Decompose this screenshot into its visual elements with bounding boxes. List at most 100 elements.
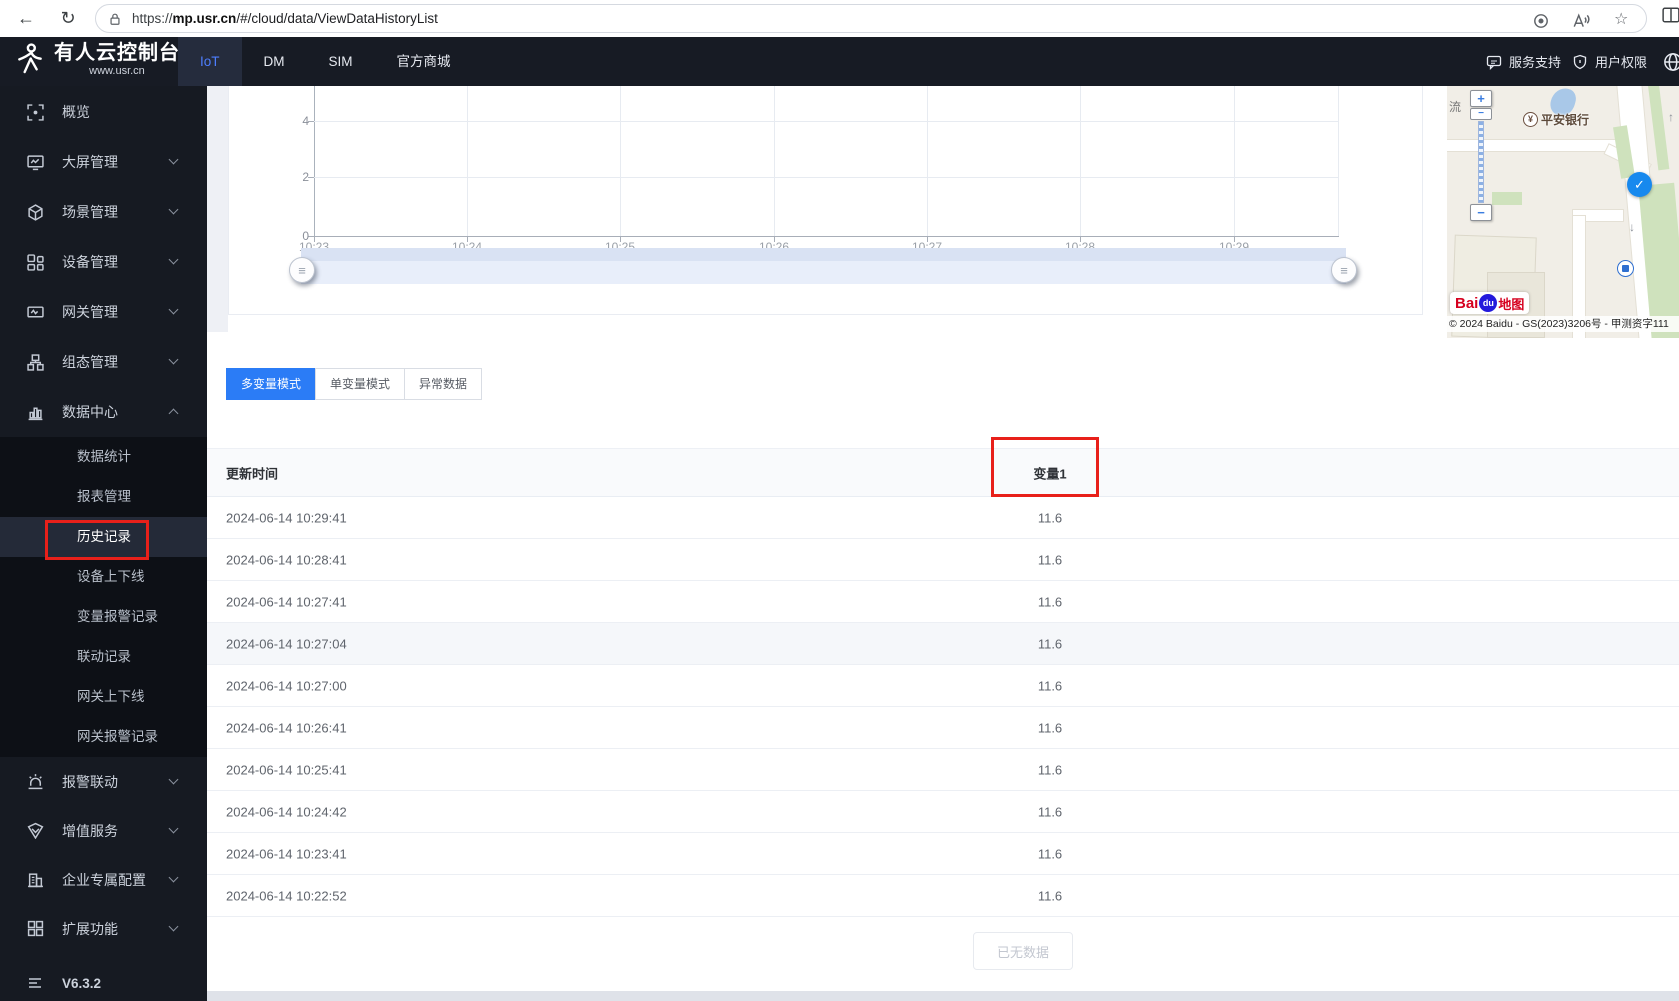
- cell-time: 2024-06-14 10:27:00: [226, 678, 347, 693]
- road-arrow-up: ↑: [1668, 110, 1674, 124]
- cell-value: 11.6: [1037, 552, 1063, 567]
- sidebar-item-label: 概览: [62, 104, 90, 120]
- sidebar-subitem-device-online-offline[interactable]: 设备上下线: [0, 557, 207, 597]
- horizontal-scrollbar-track[interactable]: [207, 991, 1679, 1001]
- browser-url-bar[interactable]: https://mp.usr.cn/#/cloud/data/ViewDataH…: [95, 4, 1647, 33]
- gridline: [774, 86, 775, 236]
- nav-tab-mall[interactable]: 官方商城: [375, 37, 473, 86]
- datazoom-right-handle[interactable]: [1331, 257, 1357, 283]
- cell-time: 2024-06-14 10:26:41: [226, 720, 347, 735]
- globe-icon[interactable]: [1663, 52, 1679, 72]
- sidebar-item-label: 组态管理: [62, 354, 118, 370]
- overview-icon: [27, 103, 44, 121]
- map-road: [1447, 140, 1619, 151]
- sidebar-item-device-mgmt[interactable]: 设备管理: [0, 237, 207, 287]
- cell-value: 11.6: [1037, 888, 1063, 903]
- browser-refresh-icon[interactable]: ↻: [56, 6, 80, 30]
- extend-icon: [27, 920, 44, 937]
- gridline: [467, 86, 468, 236]
- tab-abnormal-data[interactable]: 异常数据: [404, 368, 483, 400]
- cell-time: 2024-06-14 10:27:04: [226, 636, 347, 651]
- sidebar-item-label: 场景管理: [62, 204, 118, 220]
- baidu-logo-text: Bai: [1455, 294, 1479, 312]
- sidebar-subitem-variable-alarm-records[interactable]: 变量报警记录: [0, 597, 207, 637]
- history-chart: 4 2 0 10:23 10:24 10:25 10:26 10:27 10:2…: [228, 86, 1423, 315]
- red-highlight-history-records: [45, 520, 149, 560]
- version-label: V6.3.2: [62, 975, 102, 991]
- sidebar-item-label: 数据中心: [62, 404, 118, 420]
- sidebar-item-scada-mgmt[interactable]: 组态管理: [0, 337, 207, 387]
- table-row: 2024-06-14 10:27:41 11.6: [207, 581, 1679, 623]
- favorite-star-icon[interactable]: ☆: [1614, 9, 1632, 28]
- support-link[interactable]: 服务支持: [1486, 37, 1561, 86]
- no-more-data-button[interactable]: 已无数据: [973, 932, 1073, 970]
- sidebar-item-label: 大屏管理: [62, 154, 118, 170]
- sidebar-item-gateway-mgmt[interactable]: 网关管理: [0, 287, 207, 337]
- sidebar-item-enterprise-config[interactable]: 企业专属配置: [0, 855, 207, 904]
- map-zoom-in-button[interactable]: +: [1470, 90, 1492, 107]
- url-text: https://mp.usr.cn/#/cloud/data/ViewDataH…: [132, 11, 438, 26]
- sidebar-item-alarm-linkage[interactable]: 报警联动: [0, 757, 207, 806]
- read-aloud-icon[interactable]: [1572, 12, 1590, 30]
- content-gutter: [207, 86, 228, 332]
- sidebar-item-screen-mgmt[interactable]: 大屏管理: [0, 137, 207, 187]
- gridline: [927, 86, 928, 236]
- alarm-icon: [28, 774, 43, 790]
- nav-tab-dm[interactable]: DM: [242, 37, 307, 86]
- tab-multi-variable-mode[interactable]: 多变量模式: [226, 368, 317, 400]
- sidebar-subitem-report-mgmt[interactable]: 报表管理: [0, 477, 207, 517]
- sidebar-item-label: 设备管理: [62, 254, 118, 270]
- cell-value: 11.6: [1037, 678, 1063, 693]
- permission-link[interactable]: 用户权限: [1572, 37, 1647, 86]
- scene-icon: [28, 203, 43, 221]
- datazoom-slider-selected[interactable]: [301, 248, 1346, 261]
- cell-value: 11.6: [1037, 846, 1063, 861]
- sidebar-item-label: 扩展功能: [62, 920, 118, 937]
- sidebar-subitem-gateway-online-offline[interactable]: 网关上下线: [0, 677, 207, 717]
- version-lines-icon: [29, 978, 41, 988]
- table-row: 2024-06-14 10:25:41 11.6: [207, 749, 1679, 791]
- split-screen-icon[interactable]: [1662, 6, 1679, 24]
- road-arrow-down: ↓: [1629, 220, 1635, 234]
- nav-tab-sim[interactable]: SIM: [307, 37, 375, 86]
- sidebar-item-data-center[interactable]: 数据中心: [0, 387, 207, 437]
- location-pin-icon[interactable]: [1532, 12, 1550, 30]
- table-row: 2024-06-14 10:29:41 11.6: [207, 497, 1679, 539]
- sidebar-item-scene-mgmt[interactable]: 场景管理: [0, 187, 207, 237]
- sidebar-subitem-gateway-alarm-records[interactable]: 网关报警记录: [0, 717, 207, 757]
- map-zoom-slider-handle[interactable]: −: [1470, 108, 1492, 120]
- map-marker-check-icon[interactable]: ✓: [1627, 172, 1652, 197]
- browser-bar: ← ↻ https://mp.usr.cn/#/cloud/data/ViewD…: [0, 0, 1679, 37]
- cell-value: 11.6: [1037, 594, 1063, 609]
- chevron-down-icon: [168, 823, 179, 834]
- cell-value: 11.6: [1037, 720, 1063, 735]
- baidu-map[interactable]: 流 ¥ 平安银行 ✓ ↓ ↑ + − − Bai du 地图 © 2024 Ba…: [1447, 86, 1679, 338]
- sidebar-subitem-linkage-records[interactable]: 联动记录: [0, 637, 207, 677]
- sidebar-item-label: 企业专属配置: [62, 871, 146, 888]
- y-axis-line: [314, 86, 315, 236]
- datazoom-left-handle[interactable]: [289, 257, 315, 283]
- map-zoom-out-button[interactable]: −: [1470, 204, 1492, 221]
- enterprise-icon: [28, 873, 43, 888]
- app-logo[interactable]: 有人云控制台 www.usr.cn: [14, 41, 180, 78]
- tab-single-variable-mode[interactable]: 单变量模式: [315, 368, 406, 400]
- cell-time: 2024-06-14 10:24:42: [226, 804, 347, 819]
- sidebar-item-value-added-services[interactable]: 增值服务: [0, 806, 207, 855]
- cell-time: 2024-06-14 10:23:41: [226, 846, 347, 861]
- browser-back-icon[interactable]: ←: [14, 6, 38, 30]
- map-bank-poi: ¥ 平安银行: [1523, 111, 1589, 128]
- cell-time: 2024-06-14 10:27:41: [226, 594, 347, 609]
- table-header-row: 更新时间 变量1: [207, 448, 1679, 497]
- nav-tab-iot[interactable]: IoT: [178, 37, 242, 86]
- gridline: [1234, 86, 1235, 236]
- y-tick-label: 4: [302, 114, 309, 128]
- gridline: [314, 177, 1339, 178]
- baidu-paw-icon: du: [1479, 294, 1498, 312]
- sidebar-subitem-data-statistics[interactable]: 数据统计: [0, 437, 207, 477]
- bus-stop-icon[interactable]: [1617, 260, 1634, 277]
- chevron-down-icon: [168, 254, 179, 265]
- sidebar-item-overview[interactable]: 概览: [0, 87, 207, 137]
- map-zoom-slider-track[interactable]: [1478, 121, 1484, 203]
- sidebar-item-extended-functions[interactable]: 扩展功能: [0, 904, 207, 953]
- sidebar-item-label: 报警联动: [62, 773, 118, 790]
